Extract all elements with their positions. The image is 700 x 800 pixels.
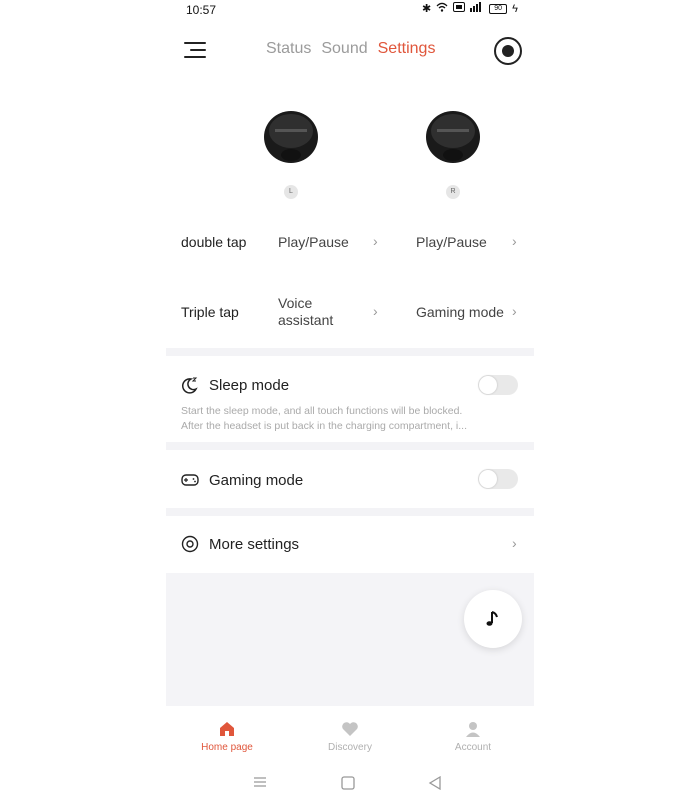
nfc-icon — [453, 2, 466, 15]
sleep-mode-desc-line2: After the headset is put back in the cha… — [181, 420, 467, 432]
triple-tap-left-line1: Voice — [278, 295, 313, 311]
tab-bar: Status Sound Settings — [266, 40, 435, 58]
signal-icon — [470, 2, 484, 15]
more-settings-title: More settings — [209, 536, 300, 553]
tab-sound[interactable]: Sound — [321, 40, 367, 58]
nav-home-page[interactable]: Home page — [182, 720, 272, 753]
charging-icon: ϟ — [512, 2, 518, 15]
triple-tap-left-line2: assistant — [278, 312, 334, 328]
double-tap-title: double tap — [181, 234, 247, 250]
music-note-icon — [486, 611, 498, 626]
recent-apps-icon[interactable] — [253, 776, 267, 788]
music-button[interactable] — [464, 590, 522, 648]
home-square-icon[interactable] — [341, 776, 355, 790]
chevron-right-icon: › — [512, 303, 517, 319]
tab-status[interactable]: Status — [266, 40, 311, 58]
right-earbud-label: R — [446, 185, 460, 199]
sleep-mode-desc-line1: Start the sleep mode, and all touch func… — [181, 405, 463, 417]
triple-tap-title: Triple tap — [181, 304, 239, 320]
app-screen: 10:57 ✱ 90 ϟ Status Sound Settings L R d… — [166, 0, 534, 800]
moon-icon — [181, 377, 198, 394]
settings-circle-icon — [181, 535, 199, 553]
section-divider — [166, 348, 534, 356]
sleep-mode-title: Sleep mode — [209, 377, 290, 394]
gaming-mode-title: Gaming mode — [209, 472, 304, 489]
menu-icon[interactable] — [184, 40, 208, 60]
chevron-right-icon: › — [512, 233, 517, 249]
sleep-mode-toggle[interactable] — [478, 375, 518, 395]
left-earbud-label: L — [284, 185, 298, 199]
nav-discovery-label: Discovery — [328, 742, 372, 753]
system-navigation-bar — [166, 770, 534, 800]
chevron-right-icon: › — [373, 303, 378, 319]
left-earbud-icon — [264, 111, 318, 163]
nav-account-label: Account — [454, 742, 492, 753]
wifi-icon — [436, 2, 448, 15]
triple-tap-row: Triple tap Voice assistant › Gaming mode… — [166, 290, 534, 335]
heart-icon — [342, 722, 358, 736]
chevron-right-icon: › — [512, 535, 517, 551]
device-avatar-button[interactable] — [494, 37, 522, 65]
battery-icon: 90 — [489, 3, 508, 14]
top-bar: Status Sound Settings — [166, 30, 534, 70]
gamepad-icon — [181, 474, 199, 486]
back-triangle-icon[interactable] — [428, 776, 442, 790]
more-settings-row[interactable]: More settings › — [166, 516, 534, 572]
avatar — [502, 45, 514, 57]
nav-home-label: Home page — [201, 742, 253, 753]
gaming-mode-setting: Gaming mode — [166, 452, 534, 507]
double-tap-left-option[interactable]: Play/Pause — [278, 234, 349, 251]
double-tap-row: double tap Play/Pause › Play/Pause › — [166, 225, 534, 260]
gaming-mode-toggle[interactable] — [478, 469, 518, 489]
sleep-mode-description: Start the sleep mode, and all touch func… — [181, 404, 521, 434]
chevron-right-icon: › — [373, 233, 378, 249]
triple-tap-left-option[interactable]: Voice assistant — [278, 295, 333, 329]
sleep-mode-setting: Sleep mode Start the sleep mode, and all… — [166, 360, 534, 440]
triple-tap-right-option[interactable]: Gaming mode — [416, 304, 504, 321]
home-icon — [220, 722, 234, 736]
section-divider — [166, 442, 534, 450]
double-tap-right-option[interactable]: Play/Pause — [416, 234, 487, 251]
status-bar: 10:57 ✱ 90 ϟ — [166, 0, 534, 20]
clock: 10:57 — [186, 3, 217, 17]
person-icon — [466, 722, 480, 737]
earbuds-display: L R — [166, 100, 534, 200]
section-divider — [166, 508, 534, 516]
bottom-navigation: Home page Discovery Account — [166, 706, 534, 766]
nav-account[interactable]: Account — [428, 720, 518, 753]
right-earbud-icon — [426, 111, 480, 163]
nav-discovery[interactable]: Discovery — [305, 720, 395, 753]
status-icons: ✱ 90 ϟ — [422, 2, 518, 15]
bluetooth-icon: ✱ — [421, 3, 432, 15]
tab-settings[interactable]: Settings — [378, 40, 436, 58]
